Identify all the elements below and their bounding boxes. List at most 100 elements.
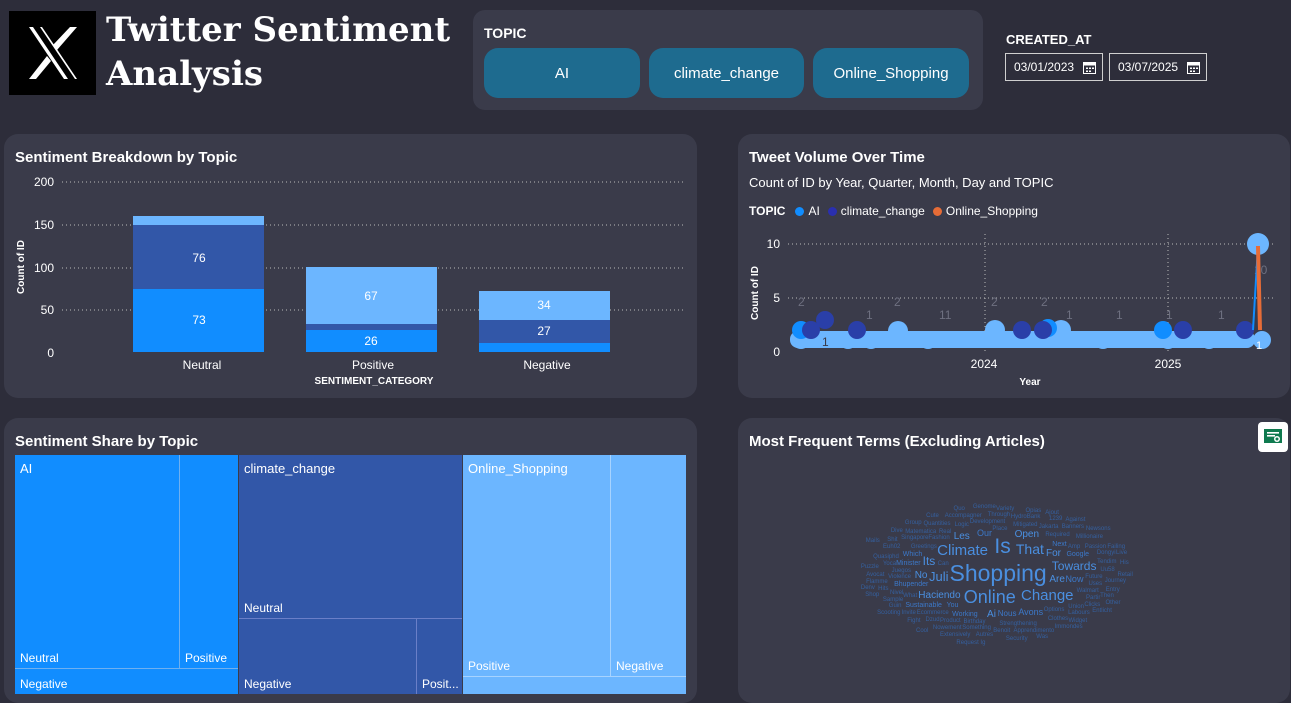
word-cloud-title: Most Frequent Terms (Excluding Articles) <box>749 433 1045 450</box>
treemap-os-negative[interactable]: Negative <box>611 455 686 677</box>
x-tick: Negative <box>523 358 571 372</box>
y-tick: 0 <box>773 345 780 359</box>
word-cloud-term: Options <box>1043 607 1065 614</box>
svg-text:2: 2 <box>991 295 998 309</box>
treemap-online-shopping[interactable]: Online_Shopping Positive Negative <box>463 455 686 694</box>
word-cloud-term: Violence <box>888 573 912 580</box>
treemap-climate-change[interactable]: climate_change Neutral Negative Posit... <box>239 455 462 694</box>
treemap-cc-negative[interactable]: Negative <box>239 619 417 694</box>
y-axis-label: Count of ID <box>16 240 27 294</box>
word-cloud-term: Haciendo <box>918 589 961 601</box>
word-cloud-term: Yoca <box>882 560 897 567</box>
y-tick: 0 <box>47 346 54 360</box>
word-cloud-term: Security <box>1005 635 1028 642</box>
word-cloud-term: Our <box>976 528 992 539</box>
word-cloud-term: Group <box>904 519 922 526</box>
x-tick: Positive <box>352 358 394 372</box>
treemap-ai-negative[interactable]: Negative <box>15 669 238 694</box>
treemap-os-positive[interactable]: Online_Shopping Positive <box>463 455 611 677</box>
svg-text:11: 11 <box>939 308 952 322</box>
svg-text:1: 1 <box>1116 308 1123 322</box>
word-cloud-term: Jakarta <box>1038 523 1059 530</box>
start-date-input[interactable]: 03/01/2023 <box>1005 53 1103 81</box>
x-tick: 2024 <box>971 357 998 371</box>
word-cloud-term: Uu58 <box>1100 567 1115 574</box>
treemap-cc-neutral[interactable]: climate_change Neutral <box>239 455 462 619</box>
word-cloud-term: Walmart <box>1076 588 1099 595</box>
word-cloud-term: Immondes <box>1054 624 1083 631</box>
bar-negative-ai[interactable] <box>479 343 610 352</box>
word-cloud-term: Les <box>953 530 970 542</box>
word-cloud-term: For <box>1046 548 1062 560</box>
word-cloud-term: Birthday <box>963 618 986 625</box>
word-cloud-term: Entlicht <box>1092 607 1112 614</box>
word-cloud-term: Are <box>1049 573 1065 585</box>
word-cloud-term: No <box>914 569 928 581</box>
word-cloud-term: Opias <box>1025 507 1042 514</box>
treemap-label: Posit... <box>422 677 459 691</box>
word-cloud-term: Shopping <box>949 559 1047 586</box>
word-cloud-term: Tendim <box>1097 558 1117 565</box>
word-cloud-term: Accompagner <box>944 512 982 519</box>
word-cloud-term: Working <box>952 610 978 618</box>
x-axis-label: Year <box>1019 377 1040 388</box>
word-cloud-term: Puzzle <box>860 563 879 570</box>
calendar-icon[interactable] <box>1187 61 1200 74</box>
sentiment-breakdown-panel: Sentiment Breakdown by Topic 200 150 100… <box>4 134 697 398</box>
start-date-value: 03/01/2023 <box>1014 60 1075 74</box>
word-cloud-term: Partir <box>1086 595 1101 602</box>
word-cloud-term: Nowement <box>932 625 962 632</box>
data-label: 76 <box>192 251 206 265</box>
word-cloud-term: Ecommerce <box>916 609 949 616</box>
treemap-label: Online_Shopping <box>468 461 568 476</box>
word-cloud-term: Minister <box>896 560 921 568</box>
treemap-label: Negative <box>244 677 292 691</box>
y-tick: 200 <box>34 175 54 189</box>
word-cloud-term: Then <box>1100 593 1114 600</box>
word-cloud-term: Its <box>922 553 936 568</box>
word-cloud-term: Against <box>1065 517 1086 524</box>
treemap-label: Negative <box>616 659 664 673</box>
treemap-ai[interactable]: AI Neutral Positive Negative <box>15 455 238 694</box>
svg-text:1: 1 <box>1256 340 1262 352</box>
word-cloud-term: Shop <box>865 591 880 598</box>
x-axis-label: SENTIMENT_CATEGORY <box>315 376 434 387</box>
word-cloud-term: Extensively <box>940 632 971 638</box>
word-cloud-term: Live <box>1116 550 1128 557</box>
word-cloud-term: Variety <box>996 506 1015 513</box>
y-tick: 150 <box>34 218 54 232</box>
word-cloud-term: Dongyi <box>1096 550 1116 557</box>
end-date-input[interactable]: 03/07/2025 <box>1109 53 1207 81</box>
word-cloud-term: Google <box>1066 550 1090 558</box>
word-cloud-term: Apprendimento <box>1013 627 1055 634</box>
report-icon[interactable] <box>1258 422 1288 452</box>
word-cloud-term: Labours <box>1068 610 1090 617</box>
word-cloud-term: Hits <box>878 585 889 592</box>
treemap-ai-neutral[interactable]: AI Neutral <box>15 455 180 669</box>
word-cloud-term: Scooting <box>877 609 901 616</box>
svg-text:1: 1 <box>822 335 829 349</box>
word-cloud-term: Strengthening <box>999 621 1037 628</box>
topic-chip-climate-change[interactable]: climate_change <box>649 48 804 98</box>
word-cloud-term: Journey <box>1104 578 1127 585</box>
date-slicer-label: CREATED_AT <box>1006 32 1092 47</box>
bar-positive-climate[interactable] <box>306 324 437 330</box>
word-cloud-term: Sustainable <box>905 601 942 609</box>
title-line-2: Analysis <box>106 54 264 94</box>
word-cloud-term: That <box>1015 540 1044 557</box>
treemap-cc-positive[interactable]: Posit... <box>417 619 462 694</box>
word-cloud-term: Millionaire <box>1075 533 1103 540</box>
y-axis-label: Count of ID <box>750 266 761 320</box>
word-cloud-term: Shit <box>887 537 898 544</box>
treemap-ai-positive[interactable]: Positive <box>180 455 238 669</box>
topic-chip-ai[interactable]: AI <box>484 48 640 98</box>
word-cloud-term: Next <box>1052 540 1067 548</box>
word-cloud-term: Denv <box>860 585 875 592</box>
tweet-volume-panel: Tweet Volume Over Time Count of ID by Ye… <box>738 134 1290 398</box>
calendar-icon[interactable] <box>1083 61 1096 74</box>
word-cloud-term: Matematica <box>905 528 937 535</box>
word-cloud-term: Flamme <box>866 578 888 585</box>
topic-chip-online-shopping[interactable]: Online_Shopping <box>813 48 969 98</box>
x-tick: 2025 <box>1155 357 1182 371</box>
bar-neutral-shopping[interactable] <box>133 216 264 225</box>
